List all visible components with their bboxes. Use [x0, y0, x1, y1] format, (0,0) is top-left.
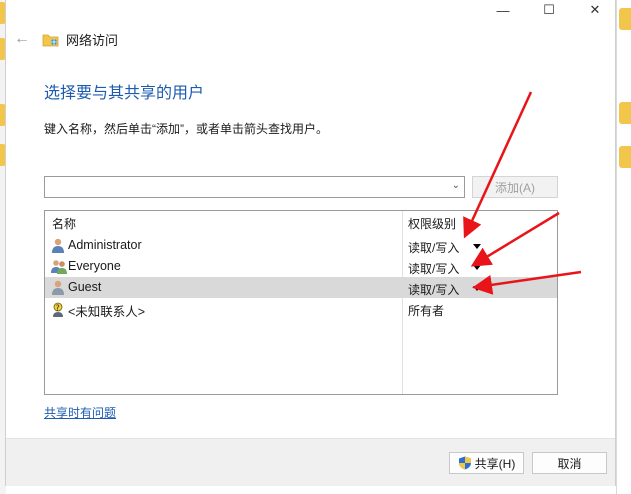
user-icon — [51, 280, 65, 295]
network-access-dialog: — ☐ ✕ ← 网络访问 选择要与其共享的用户 键入名称，然后单击“添加”，或者… — [5, 0, 616, 486]
user-name: Guest — [68, 280, 102, 294]
permission-level[interactable]: 读取/写入 — [408, 281, 459, 298]
title-bar-nav: ← 网络访问 — [14, 30, 118, 48]
back-arrow-icon[interactable]: ← — [14, 31, 34, 47]
maximize-button[interactable]: ☐ — [526, 0, 572, 20]
user-icon — [51, 238, 65, 253]
cancel-button[interactable]: 取消 — [532, 452, 607, 474]
uac-shield-icon — [458, 456, 472, 470]
desktop-folder-icon — [619, 102, 631, 124]
unknown-contact-icon: ? — [51, 301, 65, 317]
list-item[interactable]: Everyone 读取/写入 — [45, 256, 557, 277]
dropdown-arrow-icon[interactable] — [473, 244, 481, 249]
window-title: 网络访问 — [66, 32, 119, 48]
column-header-permission[interactable]: 权限级别 — [408, 215, 456, 232]
minimize-button[interactable]: — — [480, 0, 526, 20]
users-group-icon — [51, 259, 67, 274]
share-button-label: 共享(H) — [474, 456, 516, 471]
user-name: Administrator — [68, 238, 142, 252]
dropdown-arrow-icon[interactable] — [473, 286, 481, 291]
user-name: <未知联系人> — [68, 305, 146, 319]
permission-level[interactable]: 读取/写入 — [408, 260, 459, 277]
user-name-combobox[interactable]: ⌄ — [44, 176, 465, 198]
list-item[interactable]: ? <未知联系人> 所有者 — [45, 298, 557, 319]
network-folder-icon — [42, 33, 60, 46]
svg-text:?: ? — [56, 304, 60, 313]
permission-level: 所有者 — [408, 304, 445, 318]
list-item[interactable]: Administrator 读取/写入 — [45, 235, 557, 256]
chevron-down-icon[interactable]: ⌄ — [452, 180, 460, 191]
dialog-instruction: 键入名称，然后单击“添加”，或者单击箭头查找用户。 — [44, 122, 328, 136]
dialog-heading: 选择要与其共享的用户 — [44, 85, 205, 102]
dropdown-arrow-icon[interactable] — [473, 265, 481, 270]
user-permission-list: 名称 权限级别 Administrator 读取/写入 Everyone 读取/… — [44, 210, 558, 395]
dialog-footer: 共享(H) 取消 — [6, 438, 615, 486]
share-button[interactable]: 共享(H) — [449, 452, 524, 474]
desktop-folder-icon — [619, 146, 631, 168]
sharing-help-link[interactable]: 共享时有问题 — [44, 404, 116, 421]
add-button[interactable]: 添加(A) — [472, 176, 558, 198]
close-button[interactable]: ✕ — [572, 0, 618, 20]
desktop-background-right — [616, 0, 631, 494]
list-item[interactable]: Guest 读取/写入 — [45, 277, 557, 298]
desktop-folder-icon — [619, 8, 631, 30]
column-header-name[interactable]: 名称 — [52, 215, 76, 232]
user-name: Everyone — [68, 259, 121, 273]
permission-level[interactable]: 读取/写入 — [408, 239, 459, 256]
